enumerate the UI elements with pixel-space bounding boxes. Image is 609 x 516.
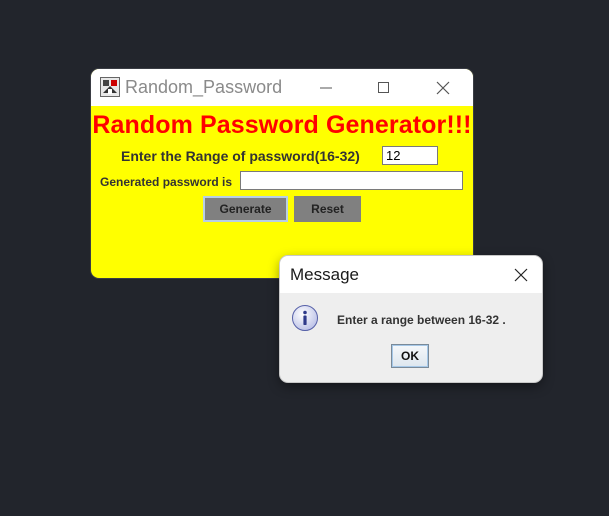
message-dialog: Message Enter a range between 16-32 . OK (280, 256, 542, 382)
minimize-icon (320, 87, 332, 88)
minimize-button[interactable] (303, 69, 349, 106)
close-button[interactable] (420, 69, 466, 106)
information-icon (292, 305, 318, 331)
range-label: Enter the Range of password(16-32) (121, 148, 360, 164)
range-input[interactable]: 12 (382, 146, 438, 165)
ok-button[interactable]: OK (391, 344, 429, 368)
dialog-message: Enter a range between 16-32 . (337, 313, 506, 327)
generated-password-field[interactable] (240, 171, 463, 190)
app-icon (100, 77, 120, 97)
dialog-title: Message (290, 265, 359, 284)
title-bar[interactable]: Random_Password (91, 69, 473, 106)
close-icon (514, 268, 528, 281)
generate-button[interactable]: Generate (203, 196, 288, 222)
generated-password-label: Generated password is (100, 175, 233, 189)
dialog-close-button[interactable] (500, 256, 542, 293)
dialog-title-bar[interactable]: Message (280, 256, 542, 293)
app-heading: Random Password Generator!!! (92, 111, 472, 139)
window-title: Random_Password (125, 77, 283, 97)
close-icon (436, 81, 450, 94)
reset-button[interactable]: Reset (294, 196, 361, 222)
window-content: Random Password Generator!!! Enter the R… (91, 106, 473, 278)
maximize-button[interactable] (361, 69, 407, 106)
random-password-window: Random_Password Random Password Generato… (91, 69, 473, 278)
maximize-icon (378, 81, 389, 93)
